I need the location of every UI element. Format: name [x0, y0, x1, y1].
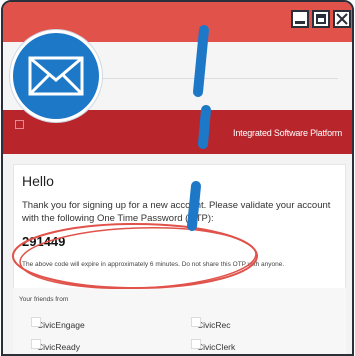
message-text: Thank you for signing up for a new accou… — [22, 200, 331, 224]
maximize-button[interactable] — [312, 10, 330, 28]
friends-label: Your friends from — [19, 296, 69, 303]
friend-link-civicready[interactable]: CivicReady — [31, 339, 80, 352]
minimize-button[interactable] — [291, 10, 309, 28]
friend-link-civicengage[interactable]: CivicEngage — [31, 317, 85, 330]
address-field-line[interactable] — [83, 78, 338, 79]
banner-checkbox[interactable] — [15, 120, 24, 129]
friend-link-civicclerk[interactable]: CivicClerk — [190, 339, 235, 352]
expiry-note: The above code will expire in approximat… — [22, 261, 285, 268]
envelope-icon — [28, 56, 84, 96]
banner-title: Integrated Software Platform — [233, 128, 342, 138]
friends-section: Your friends from CivicEngage CivicRec C… — [13, 288, 346, 354]
greeting: Hello — [22, 173, 54, 189]
friend-link-civicrec[interactable]: CivicRec — [191, 317, 231, 330]
close-icon — [336, 13, 348, 25]
close-button[interactable] — [333, 10, 351, 28]
mail-app-icon[interactable] — [10, 30, 102, 122]
otp-code[interactable]: 291449 — [22, 234, 65, 249]
